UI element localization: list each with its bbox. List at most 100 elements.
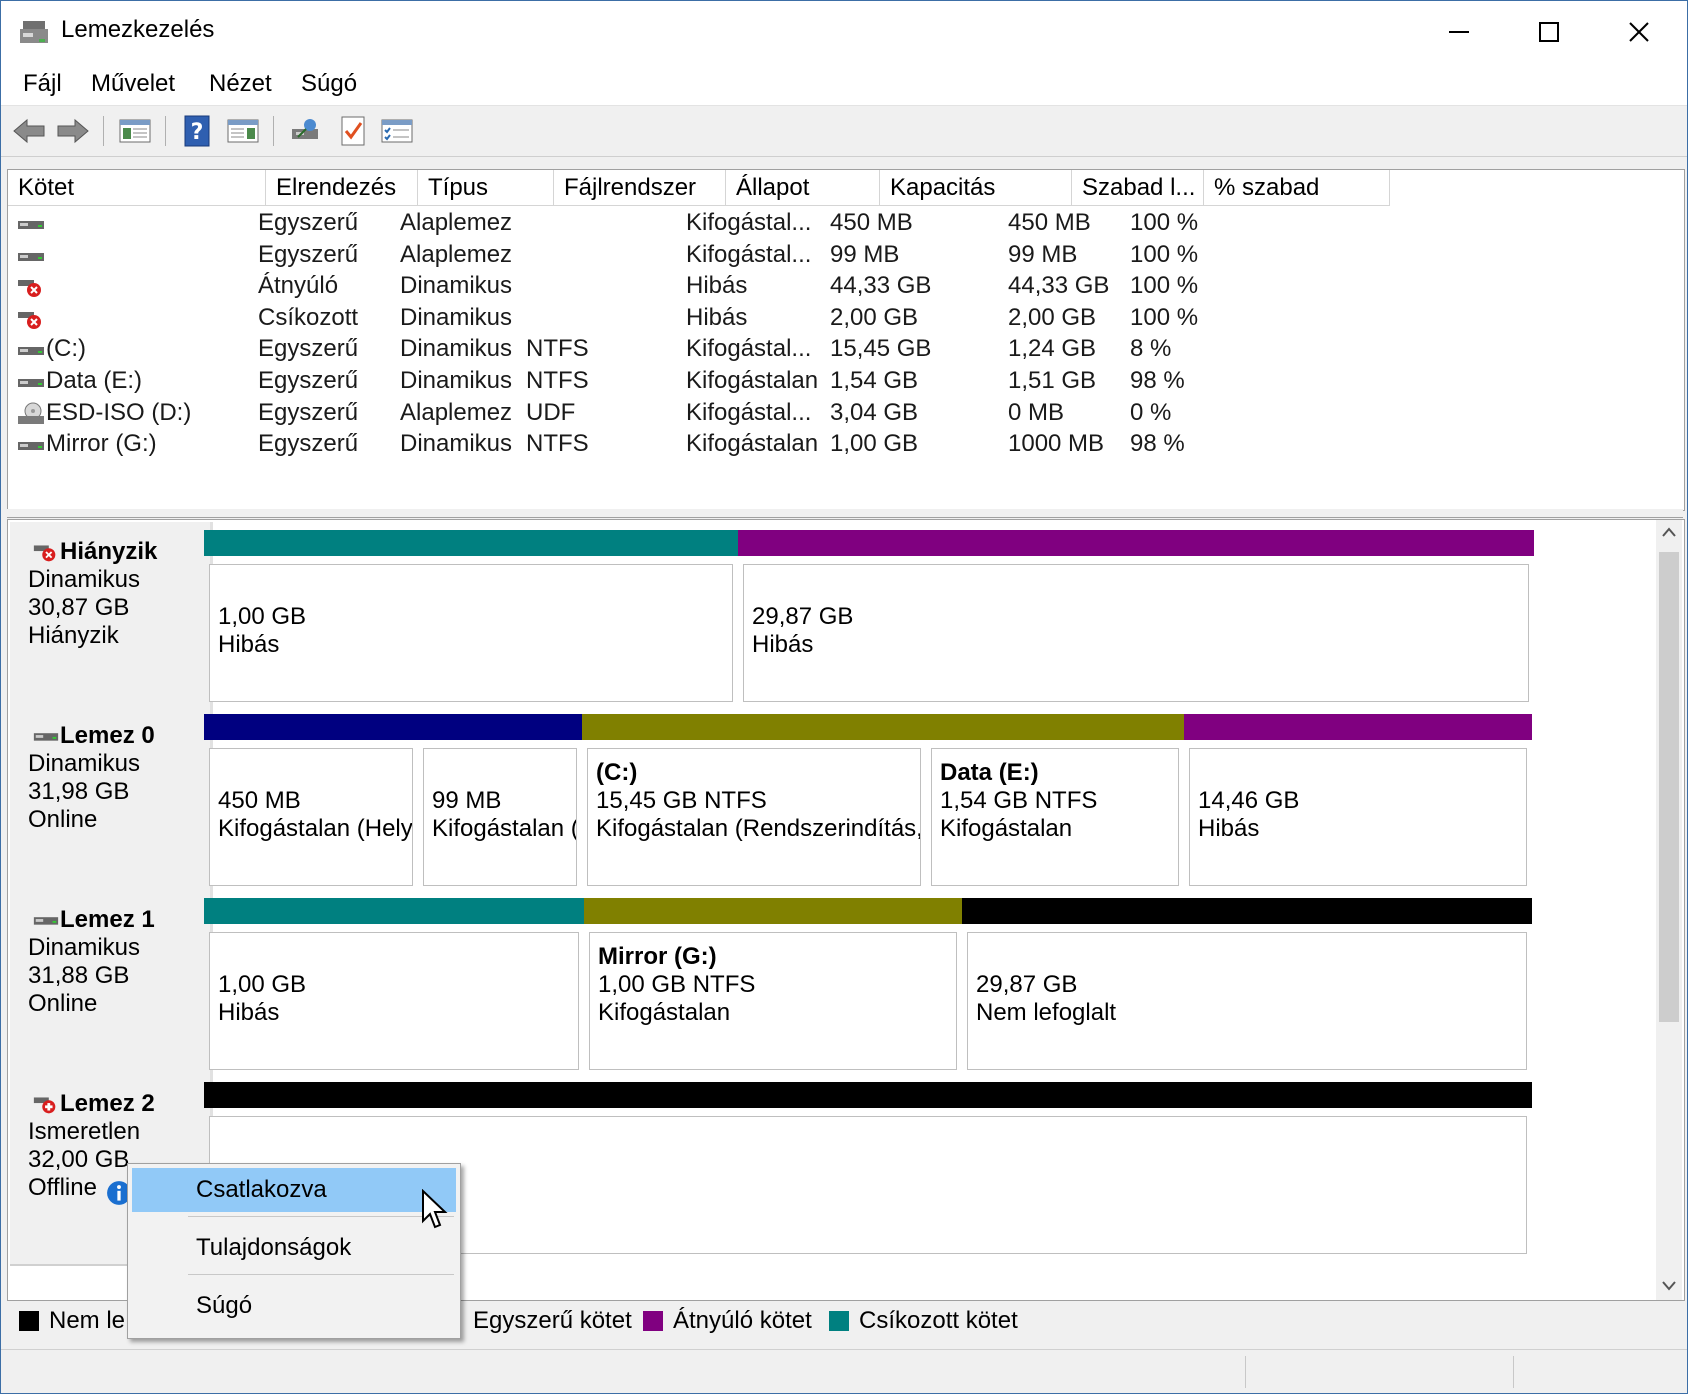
context-menu: Csatlakozva Tulajdonságok Súgó [127, 1163, 461, 1339]
column-header-status[interactable]: Állapot [726, 170, 880, 206]
partition-size: 29,87 GB [752, 603, 854, 630]
menu-action[interactable]: Művelet [89, 70, 177, 98]
back-button[interactable] [11, 113, 47, 149]
partition-body: 1,00 GB Hibás [209, 564, 733, 702]
cell-filesystem: NTFS [526, 367, 589, 394]
status-bar-separator [1513, 1356, 1514, 1388]
pane-splitter[interactable] [7, 509, 1683, 518]
table-row[interactable]: (C:) Egyszerű Dinamikus NTFS Kifogástal... 15… [8, 332, 1684, 366]
partition-size: 15,45 GB NTFS [596, 787, 767, 814]
cell-status: Kifogástal... [686, 209, 812, 236]
cell-percent-free: 100 % [1130, 303, 1199, 331]
table-row[interactable]: ESD-ISO (D:) Egyszerű Alaplemez UDF Kifogást… [8, 396, 1684, 430]
context-menu-item-online[interactable]: Csatlakozva [132, 1168, 456, 1212]
partition-color-bar [582, 714, 926, 740]
partition-body: 1,00 GB Hibás [209, 932, 579, 1070]
cell-percent-free: 100 % [1130, 272, 1199, 300]
vertical-scrollbar[interactable] [1656, 520, 1682, 1300]
disk-label-panel[interactable]: Lemez 1 Dinamikus 31,88 GB Online [10, 890, 213, 1082]
disk-label-panel[interactable]: Lemez 0 Dinamikus 31,98 GB Online [10, 706, 213, 898]
properties-button[interactable] [379, 113, 415, 149]
cell-free-space: 99 MB [1008, 240, 1078, 268]
partition[interactable]: Data (E:) 1,54 GB NTFS Kifogástalan [926, 714, 1184, 892]
help-button[interactable]: ? [179, 113, 215, 149]
check-icon [341, 116, 365, 146]
column-header-type[interactable]: Típus [418, 170, 554, 206]
menu-view[interactable]: Nézet [207, 70, 274, 98]
context-menu-separator [188, 1216, 454, 1217]
maximize-icon [1539, 22, 1559, 42]
partition-color-bar [962, 898, 1532, 924]
column-header-percent-free[interactable]: % szabad [1204, 170, 1390, 206]
context-menu-item-help[interactable]: Súgó [132, 1284, 456, 1328]
column-header-filesystem[interactable]: Fájlrendszer [554, 170, 726, 206]
table-row[interactable]: Egyszerű Alaplemez Kifogástal... 450 MB 450 … [8, 206, 1684, 240]
toolbar-separator [103, 116, 104, 146]
partition[interactable]: 99 MB Kifogástalan ( [418, 714, 582, 892]
legend-label-unallocated: Nem le [49, 1307, 126, 1334]
cell-layout: Egyszerű [258, 209, 359, 236]
legend-label-striped: Csíkozott kötet [859, 1307, 1018, 1334]
cell-capacity: 3,04 GB [830, 398, 919, 426]
cell-volume-name: ESD-ISO (D:) [46, 398, 192, 426]
menu-help[interactable]: Súgó [299, 70, 359, 98]
partition-status: Hibás [218, 999, 280, 1026]
column-header-volume[interactable]: Kötet [8, 170, 266, 206]
minimize-button[interactable] [1414, 1, 1504, 63]
cell-layout: Csíkozott [258, 303, 359, 331]
menu-file[interactable]: Fájl [21, 70, 64, 98]
partition[interactable]: 29,87 GB Hibás [738, 530, 1534, 708]
table-row[interactable]: Mirror (G:) Egyszerű Dinamikus NTFS Kifogást… [8, 427, 1684, 461]
partition[interactable]: (C:) 15,45 GB NTFS Kifogástalan (Rendszeri… [582, 714, 926, 892]
cell-layout: Egyszerű [258, 335, 359, 363]
cell-percent-free: 98 % [1130, 367, 1185, 394]
scroll-down-arrow-icon[interactable] [1661, 1280, 1677, 1292]
help-icon: ? [184, 115, 210, 147]
table-row[interactable]: Egyszerű Alaplemez Kifogástal... 99 MB 99 MB… [8, 238, 1684, 272]
table-row[interactable]: Átnyúló Dinamikus Hibás 44,33 GB 44,33 GB 100… [8, 269, 1684, 303]
cell-type: Dinamikus [400, 335, 513, 363]
partition[interactable]: 1,00 GB Hibás [204, 530, 738, 708]
cell-percent-free: 100 % [1130, 240, 1199, 268]
column-header-layout[interactable]: Elrendezés [266, 170, 418, 206]
partition-size: 1,54 GB NTFS [940, 787, 1098, 814]
partition-size: 14,46 GB [1198, 787, 1300, 814]
show-hide-console-tree-button[interactable] [117, 113, 153, 149]
cell-filesystem: NTFS [526, 335, 589, 363]
disk-type: Ismeretlen [28, 1118, 141, 1145]
cell-capacity: 15,45 GB [830, 335, 932, 363]
disk-label-panel[interactable]: Hiányzik Dinamikus 30,87 GB Hiányzik [10, 522, 213, 714]
forward-button[interactable] [55, 113, 91, 149]
partition-color-bar [926, 714, 1184, 740]
partition[interactable]: 14,46 GB Hibás [1184, 714, 1532, 892]
column-header-free-space[interactable]: Szabad l... [1072, 170, 1204, 206]
cell-type: Alaplemez [400, 209, 513, 236]
close-button[interactable] [1594, 1, 1684, 63]
partition-status: Kifogástalan ( [432, 815, 577, 842]
cell-layout: Egyszerű [258, 367, 359, 394]
disk-management-app-icon [20, 21, 48, 43]
maximize-button[interactable] [1504, 1, 1594, 63]
partition-status: Kifogástalan [940, 815, 1073, 842]
partition[interactable]: 29,87 GB Nem lefoglalt [962, 898, 1532, 1076]
show-hide-action-pane-button[interactable] [225, 113, 261, 149]
cell-layout: Egyszerű [258, 240, 359, 268]
connect-button[interactable] [287, 113, 323, 149]
column-header-capacity[interactable]: Kapacitás [880, 170, 1072, 206]
svg-text:?: ? [191, 120, 204, 145]
drive-icon [18, 442, 44, 451]
partition-color-bar [584, 898, 962, 924]
partition-size: 1,00 GB [218, 971, 307, 998]
check-button[interactable] [335, 113, 371, 149]
partition[interactable]: Mirror (G:) 1,00 GB NTFS Kifogástalan [584, 898, 962, 1076]
context-menu-item-properties[interactable]: Tulajdonságok [132, 1226, 456, 1270]
partition[interactable]: 450 MB Kifogástalan (Helyr [204, 714, 418, 892]
cell-volume-name: (C:) [46, 335, 86, 363]
partition-volume-name: (C:) [596, 759, 638, 786]
table-row[interactable]: Data (E:) Egyszerű Dinamikus NTFS Kifogástal… [8, 364, 1684, 398]
scrollbar-thumb[interactable] [1659, 552, 1679, 1022]
table-row[interactable]: Csíkozott Dinamikus Hibás 2,00 GB 2,00 GB 100… [8, 301, 1684, 335]
scroll-up-arrow-icon[interactable] [1661, 526, 1677, 538]
partition-body: 14,46 GB Hibás [1189, 748, 1527, 886]
partition[interactable]: 1,00 GB Hibás [204, 898, 584, 1076]
